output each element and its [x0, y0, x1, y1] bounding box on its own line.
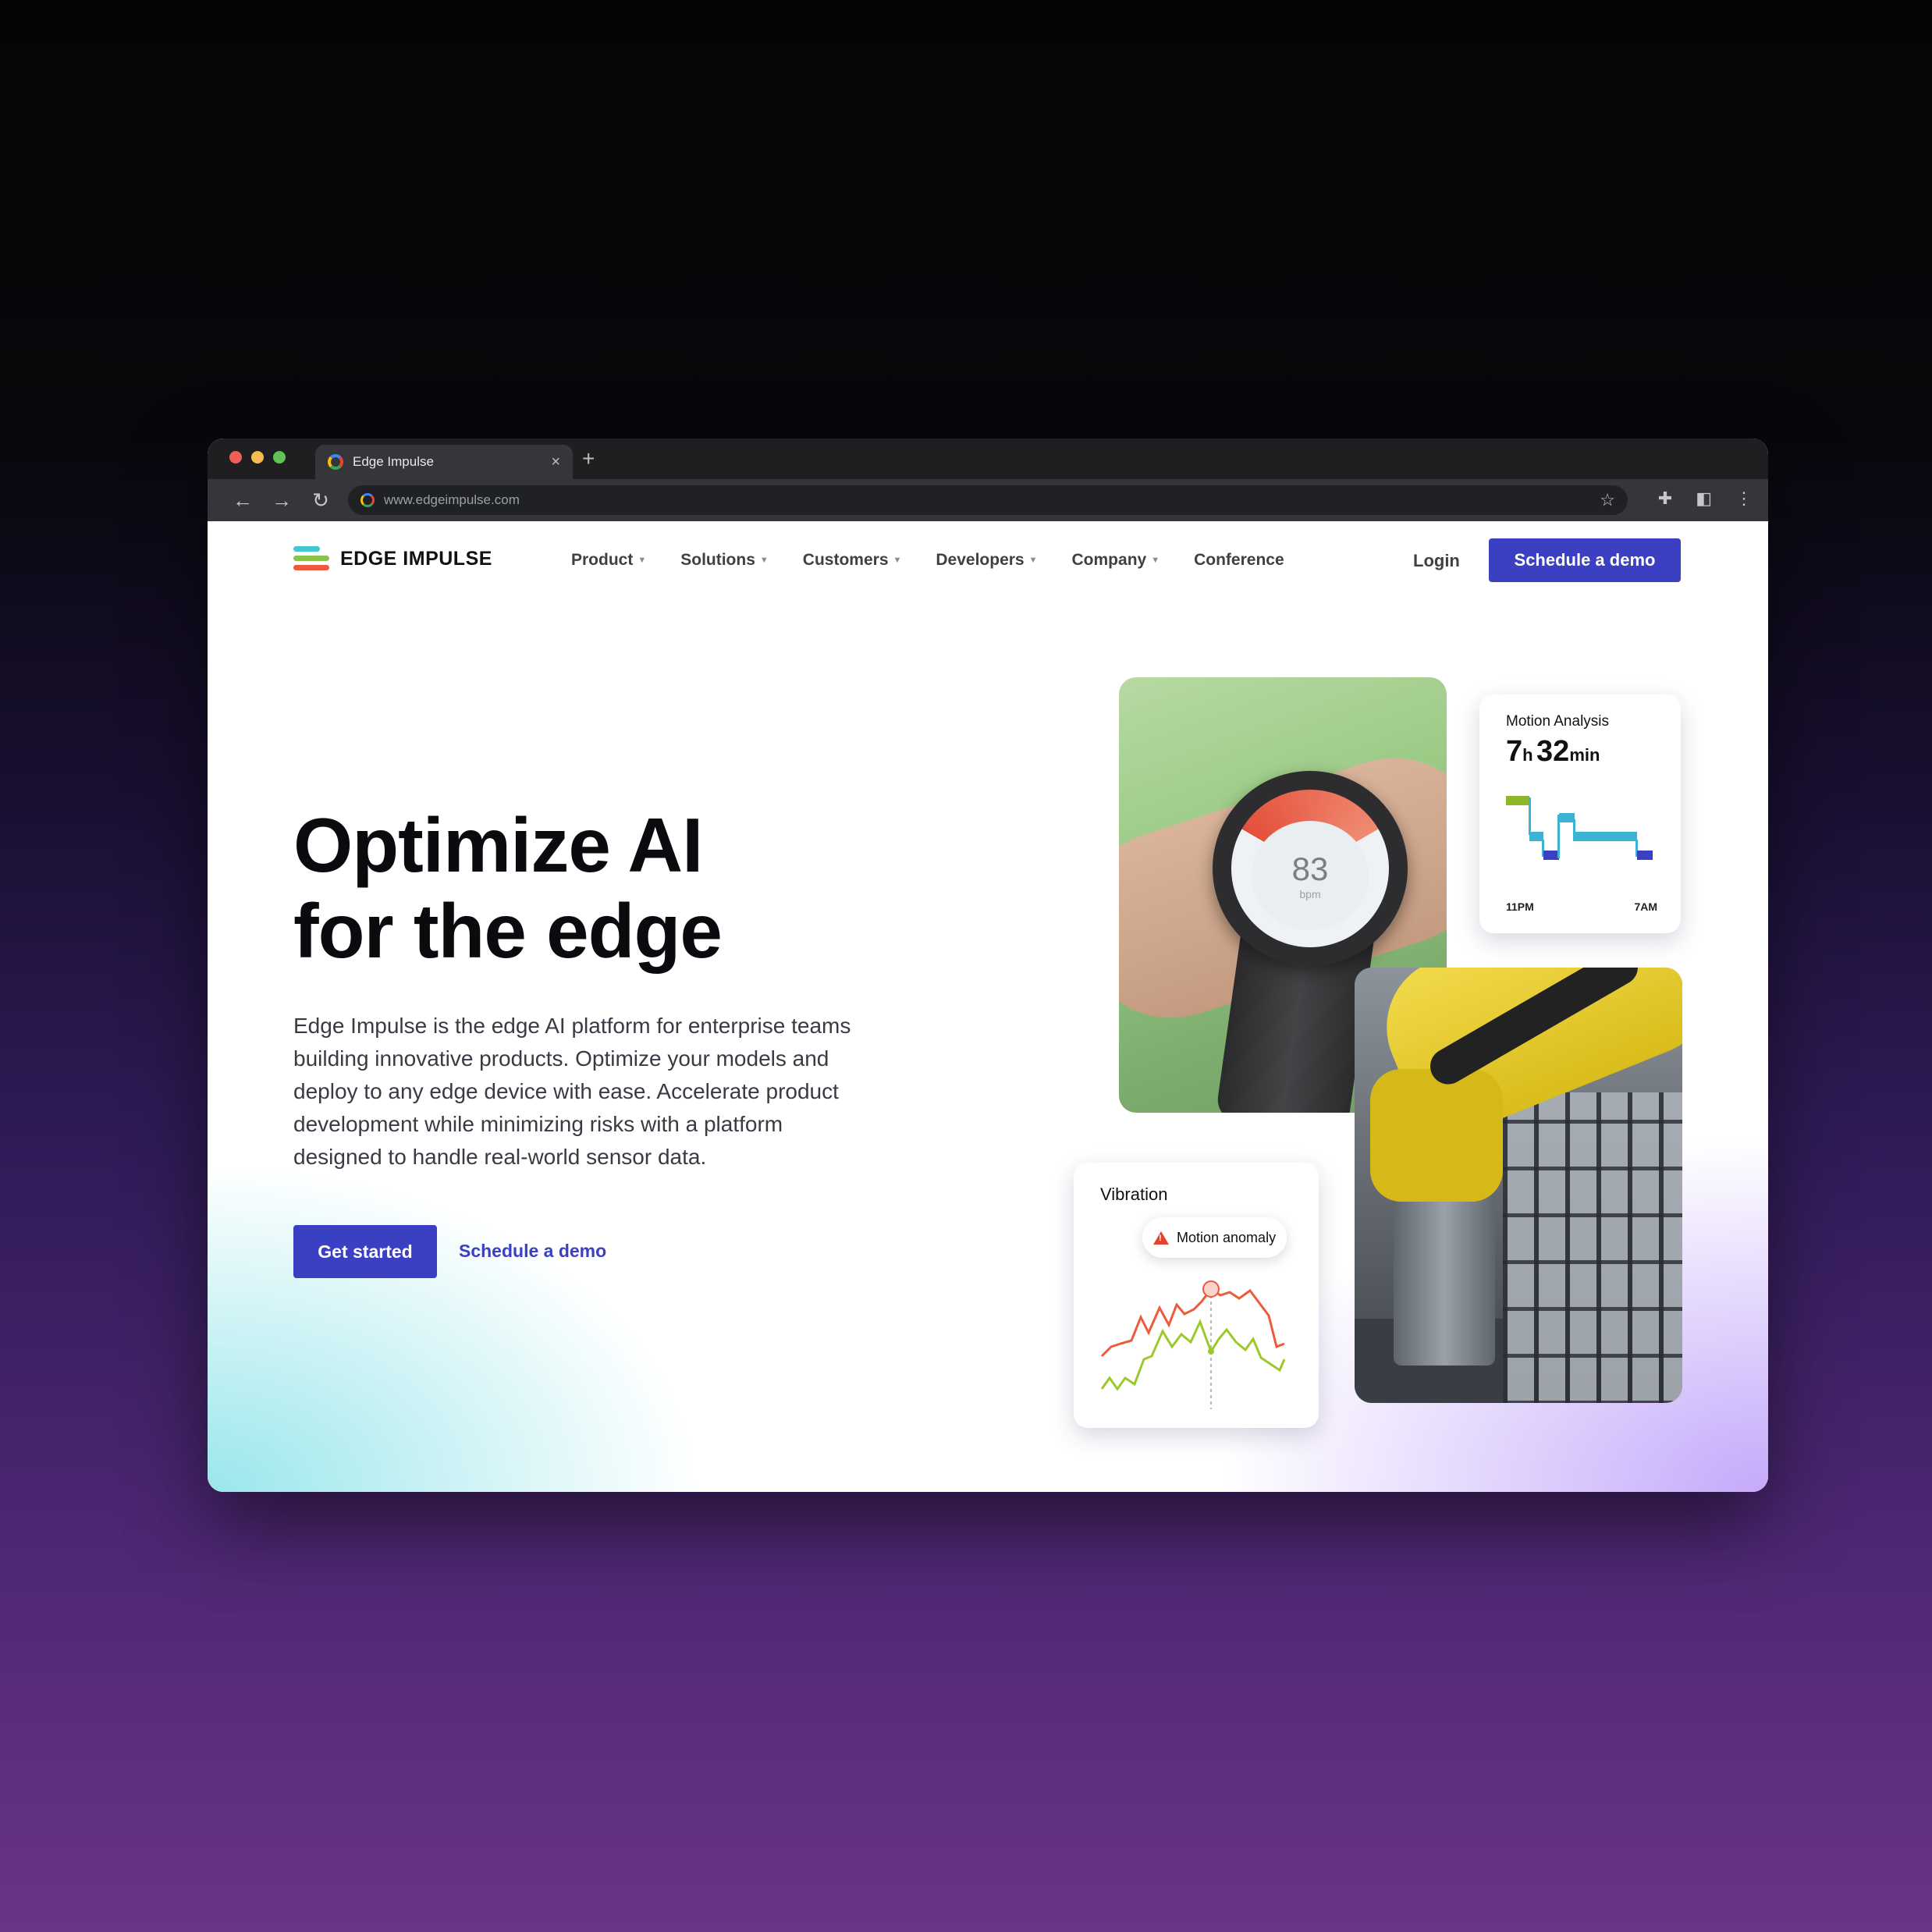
get-started-button[interactable]: Get started — [293, 1225, 437, 1278]
new-tab-button[interactable]: + — [582, 446, 595, 471]
motion-connector — [1529, 797, 1531, 835]
menu-item-label: Company — [1071, 551, 1147, 569]
menu-item-customers[interactable]: Customers ▼ — [803, 551, 902, 570]
edge-impulse-logo-icon — [293, 545, 329, 573]
motion-segment — [1559, 813, 1575, 822]
menu-item-product[interactable]: Product ▼ — [571, 551, 646, 570]
warning-icon — [1153, 1231, 1169, 1245]
menu-item-conference[interactable]: Conference — [1194, 551, 1284, 570]
schedule-demo-link[interactable]: Schedule a demo — [459, 1241, 606, 1262]
watch-display: 83 bpm — [1252, 821, 1369, 930]
site-header: EDGE IMPULSE Product ▼ Solutions ▼ Custome… — [208, 521, 1768, 599]
maximize-window-button[interactable] — [273, 451, 286, 463]
menu-item-label: Customers — [802, 551, 889, 569]
hero-heading: Optimize AI for the edge — [293, 802, 723, 974]
web-page: EDGE IMPULSE Product ▼ Solutions ▼ Custome… — [208, 521, 1768, 1492]
motion-segment — [1575, 832, 1637, 841]
motion-segment — [1529, 832, 1543, 841]
hero-description: Edge Impulse is the edge AI platform for… — [293, 1014, 851, 1169]
caret-down-icon: ▼ — [759, 556, 769, 565]
hero-heading-line1: Optimize AI — [293, 802, 703, 888]
back-arrow-icon[interactable]: ← — [223, 488, 262, 513]
browser-tab-strip: Edge Impulse × + — [208, 439, 1768, 479]
menu-item-label: Solutions — [680, 551, 755, 569]
schedule-demo-button[interactable]: Schedule a demo — [1489, 538, 1681, 582]
baseline-series-line — [1100, 1319, 1286, 1391]
menu-item-label: Product — [571, 551, 634, 569]
reload-icon[interactable]: ↻ — [301, 488, 340, 513]
anomaly-point — [1202, 1280, 1220, 1298]
site-logo[interactable]: EDGE IMPULSE — [293, 545, 492, 573]
browser-toolbar: ← → ↻ www.edgeimpulse.com ☆ ✚ ◧ ⋮ — [208, 479, 1768, 521]
vibration-line-chart — [1100, 1280, 1286, 1409]
motion-segment — [1637, 851, 1653, 860]
extensions-puzzle-icon[interactable]: ✚ — [1658, 488, 1672, 509]
logo-text: EDGE IMPULSE — [340, 547, 492, 570]
tab-close-icon[interactable]: × — [551, 453, 560, 471]
tab-title: Edge Impulse — [353, 454, 434, 469]
robot-tool — [1394, 1186, 1495, 1366]
motion-analysis-card: Motion Analysis 7h 32min 11PM 7AM — [1479, 694, 1681, 933]
menu-item-label: Conference — [1194, 551, 1284, 569]
window-controls — [229, 451, 286, 463]
url-text: www.edgeimpulse.com — [384, 492, 520, 507]
caret-down-icon: ▼ — [1151, 556, 1160, 565]
more-menu-icon[interactable]: ⋮ — [1735, 488, 1753, 509]
motion-segment — [1543, 851, 1559, 860]
baseline-point — [1208, 1348, 1214, 1355]
browser-tools: ✚ ◧ ⋮ — [1658, 488, 1753, 509]
vibration-card-title: Vibration — [1100, 1184, 1168, 1204]
caret-down-icon: ▼ — [637, 556, 647, 565]
menu-item-solutions[interactable]: Solutions ▼ — [680, 551, 769, 570]
motion-anomaly-alert: Motion anomaly — [1142, 1217, 1287, 1258]
alert-text: Motion anomaly — [1177, 1229, 1277, 1245]
robot-joint — [1370, 1069, 1503, 1202]
chart-start-time: 11PM — [1506, 900, 1534, 913]
vibration-card: Vibration Motion anomaly — [1074, 1163, 1319, 1428]
watch-body: 83 bpm — [1213, 771, 1408, 966]
menu-item-company[interactable]: Company ▼ — [1072, 551, 1160, 570]
robot-arm-photo — [1355, 968, 1682, 1403]
bookmark-star-icon[interactable]: ☆ — [1600, 490, 1615, 510]
watch-face: 83 bpm — [1231, 790, 1389, 947]
browser-tab[interactable]: Edge Impulse × — [315, 445, 573, 479]
login-link[interactable]: Login — [1413, 551, 1460, 571]
forward-arrow-icon[interactable]: → — [262, 488, 301, 513]
main-menu: Product ▼ Solutions ▼ Customers ▼ Developer… — [571, 551, 1319, 570]
heart-rate-unit: bpm — [1299, 888, 1321, 900]
browser-window: Edge Impulse × + ← → ↻ www.edgeimpulse.c… — [208, 439, 1768, 1492]
hero-heading-line2: for the edge — [293, 888, 723, 974]
minimize-window-button[interactable] — [251, 451, 264, 463]
heart-rate-value: 83 — [1291, 851, 1329, 887]
address-bar[interactable]: www.edgeimpulse.com ☆ — [348, 485, 1628, 515]
safety-fence-rails — [1503, 1092, 1682, 1403]
background-frame: Edge Impulse × + ← → ↻ www.edgeimpulse.c… — [0, 0, 1932, 1932]
google-favicon-icon — [328, 454, 343, 470]
motion-segment — [1506, 796, 1529, 805]
caret-down-icon: ▼ — [893, 556, 902, 565]
caret-down-icon: ▼ — [1028, 556, 1038, 565]
google-icon — [360, 493, 375, 507]
menu-item-label: Developers — [936, 551, 1025, 569]
chart-end-time: 7AM — [1634, 900, 1657, 913]
side-panel-icon[interactable]: ◧ — [1696, 488, 1712, 509]
menu-item-developers[interactable]: Developers ▼ — [936, 551, 1037, 570]
close-window-button[interactable] — [229, 451, 242, 463]
motion-step-chart — [1506, 796, 1653, 860]
